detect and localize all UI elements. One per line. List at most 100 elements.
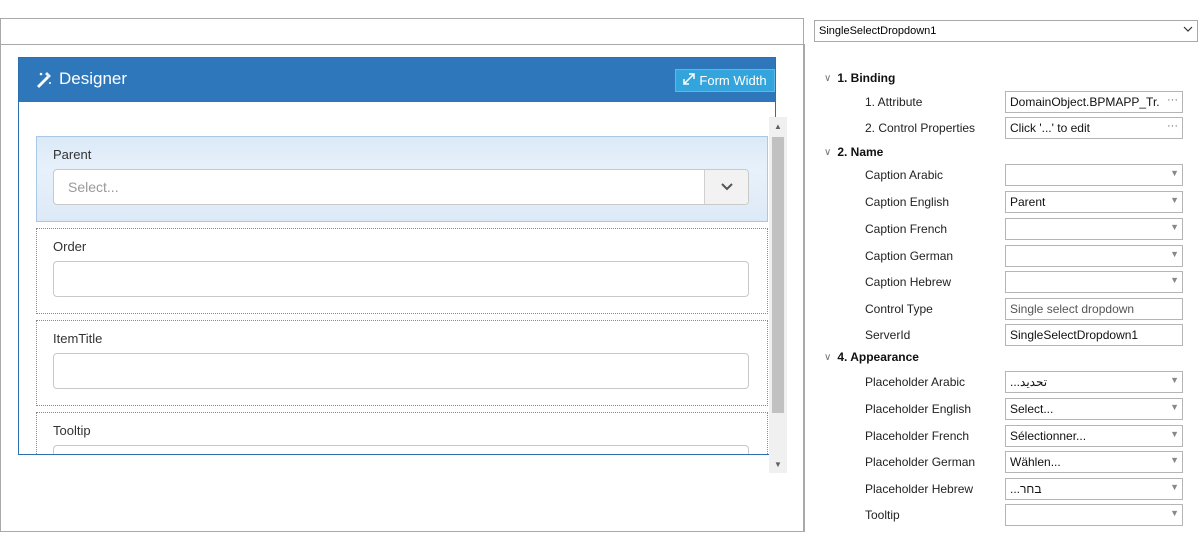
- prop-value-text: Wählen...: [1010, 455, 1061, 469]
- field-itemtitle[interactable]: ItemTitle: [36, 320, 768, 406]
- prop-name: Caption Hebrew: [865, 275, 952, 289]
- prop-row-serverid: ServerId SingleSelectDropdown1: [865, 324, 1195, 346]
- pane-divider: [804, 44, 805, 532]
- object-selector[interactable]: SingleSelectDropdown1: [814, 20, 1198, 42]
- prop-name: ServerId: [865, 328, 911, 342]
- prop-value-caption-french[interactable]: ▼: [1005, 218, 1183, 240]
- prop-row-caption-arabic: Caption Arabic ▼: [865, 164, 1195, 186]
- prop-row-control-properties: 2. Control Properties Click '...' to edi…: [865, 117, 1195, 139]
- designer-scrollbar[interactable]: ▲ ▼: [769, 117, 787, 473]
- chevron-down-icon[interactable]: ▼: [1170, 508, 1179, 518]
- prop-value-text: DomainObject.BPMAPP_Tr...: [1010, 95, 1160, 109]
- ellipsis-icon[interactable]: ···: [1167, 94, 1178, 106]
- prop-name: Placeholder English: [865, 402, 972, 416]
- prop-row-placeholder-german: Placeholder German Wählen... ▼: [865, 451, 1195, 473]
- prop-value-caption-hebrew[interactable]: ▼: [1005, 271, 1183, 293]
- prop-value-text: Parent: [1010, 195, 1046, 209]
- prop-name: 2. Control Properties: [865, 121, 976, 135]
- chevron-down-icon[interactable]: [1183, 24, 1193, 37]
- prop-value-text: SingleSelectDropdown1: [1010, 328, 1139, 342]
- prop-name: Placeholder Hebrew: [865, 482, 974, 496]
- object-selector-value: SingleSelectDropdown1: [819, 25, 937, 37]
- properties-pane: SingleSelectDropdown1 ∨ 1. Binding ∨ 2. …: [804, 18, 1200, 532]
- designer-panel: Designer Form Width Parent Select... Ord…: [18, 57, 776, 455]
- field-label-order: Order: [53, 239, 87, 254]
- prop-value-text: ...تحديد: [1010, 375, 1048, 389]
- chevron-down-icon[interactable]: ▼: [1170, 455, 1179, 465]
- prop-value-caption-german[interactable]: ▼: [1005, 245, 1183, 267]
- prop-value-text: Single select dropdown: [1010, 302, 1135, 316]
- scroll-down-icon[interactable]: ▼: [769, 455, 787, 473]
- field-order[interactable]: Order: [36, 228, 768, 314]
- field-parent[interactable]: Parent Select...: [36, 136, 768, 222]
- prop-name: Placeholder French: [865, 429, 970, 443]
- prop-row-placeholder-arabic: Placeholder Arabic ...تحديد ▼: [865, 371, 1195, 393]
- field-label-parent: Parent: [53, 147, 92, 162]
- wand-pencil-icon: [35, 70, 53, 88]
- chevron-down-icon[interactable]: ▼: [1170, 222, 1179, 232]
- designer-header: Designer Form Width: [19, 58, 775, 102]
- section-title: 2. Name: [837, 145, 884, 159]
- prop-value-placeholder-english[interactable]: Select... ▼: [1005, 398, 1183, 420]
- chevron-down-icon[interactable]: ▼: [1170, 429, 1179, 439]
- prop-value-placeholder-french[interactable]: Sélectionner... ▼: [1005, 425, 1183, 447]
- chevron-down-icon[interactable]: [704, 170, 748, 204]
- prop-value-caption-english[interactable]: Parent ▼: [1005, 191, 1183, 213]
- prop-value-caption-arabic[interactable]: ▼: [1005, 164, 1183, 186]
- chevron-down-icon[interactable]: ▼: [1170, 168, 1179, 178]
- prop-name: Control Type: [865, 302, 933, 316]
- section-title: 1. Binding: [837, 71, 896, 85]
- field-tooltip[interactable]: Tooltip: [36, 412, 768, 454]
- prop-value-serverid[interactable]: SingleSelectDropdown1: [1005, 324, 1183, 346]
- prop-value-placeholder-arabic[interactable]: ...تحديد ▼: [1005, 371, 1183, 393]
- prop-name: Placeholder German: [865, 455, 976, 469]
- section-binding[interactable]: ∨ 1. Binding: [824, 71, 895, 85]
- chevron-down-icon[interactable]: ▼: [1170, 375, 1179, 385]
- chevron-down-icon[interactable]: ▼: [1170, 482, 1179, 492]
- tooltip-input[interactable]: [53, 445, 749, 454]
- chevron-down-icon[interactable]: ▼: [1170, 275, 1179, 285]
- field-label-tooltip: Tooltip: [53, 423, 91, 438]
- prop-value-placeholder-hebrew[interactable]: ...בחר ▼: [1005, 478, 1183, 500]
- prop-row-caption-french: Caption French ▼: [865, 218, 1195, 240]
- prop-name: Tooltip: [865, 508, 900, 522]
- form-width-button[interactable]: Form Width: [675, 69, 775, 92]
- field-label-itemtitle: ItemTitle: [53, 331, 103, 346]
- ellipsis-icon[interactable]: ···: [1167, 120, 1178, 132]
- prop-row-caption-hebrew: Caption Hebrew ▼: [865, 271, 1195, 293]
- prop-name: Caption English: [865, 195, 950, 209]
- scroll-thumb[interactable]: [772, 137, 784, 413]
- chevron-down-icon[interactable]: ▼: [1170, 249, 1179, 259]
- prop-name: 1. Attribute: [865, 95, 923, 109]
- prop-value-control-type: Single select dropdown: [1005, 298, 1183, 320]
- chevron-down-icon[interactable]: ∨: [824, 147, 831, 158]
- parent-dropdown-placeholder: Select...: [68, 179, 119, 195]
- prop-name: Placeholder Arabic: [865, 375, 966, 389]
- order-input[interactable]: [53, 261, 749, 297]
- prop-value-text: Sélectionner...: [1010, 429, 1087, 443]
- prop-value-text: Select...: [1010, 402, 1054, 416]
- prop-name: Caption French: [865, 222, 948, 236]
- prop-value-control-properties[interactable]: Click '...' to edit ···: [1005, 117, 1183, 139]
- resize-icon: [683, 73, 696, 88]
- parent-dropdown[interactable]: Select...: [53, 169, 749, 205]
- section-name[interactable]: ∨ 2. Name: [824, 145, 883, 159]
- prop-row-placeholder-hebrew: Placeholder Hebrew ...בחר ▼: [865, 478, 1195, 500]
- section-title: 4. Appearance: [837, 350, 919, 364]
- prop-value-tooltip[interactable]: ▼: [1005, 504, 1183, 526]
- chevron-down-icon[interactable]: ∨: [824, 352, 831, 363]
- prop-value-text: Click '...' to edit: [1010, 121, 1090, 135]
- designer-pane: Designer Form Width Parent Select... Ord…: [0, 18, 804, 532]
- prop-name: Caption German: [865, 249, 954, 263]
- chevron-down-icon[interactable]: ∨: [824, 73, 831, 84]
- prop-name: Caption Arabic: [865, 168, 944, 182]
- prop-value-placeholder-german[interactable]: Wählen... ▼: [1005, 451, 1183, 473]
- designer-toolbar: [1, 19, 803, 45]
- prop-value-attribute[interactable]: DomainObject.BPMAPP_Tr... ···: [1005, 91, 1183, 113]
- designer-title: Designer: [35, 69, 127, 89]
- scroll-up-icon[interactable]: ▲: [769, 117, 787, 135]
- chevron-down-icon[interactable]: ▼: [1170, 402, 1179, 412]
- itemtitle-input[interactable]: [53, 353, 749, 389]
- section-appearance[interactable]: ∨ 4. Appearance: [824, 350, 919, 364]
- chevron-down-icon[interactable]: ▼: [1170, 195, 1179, 205]
